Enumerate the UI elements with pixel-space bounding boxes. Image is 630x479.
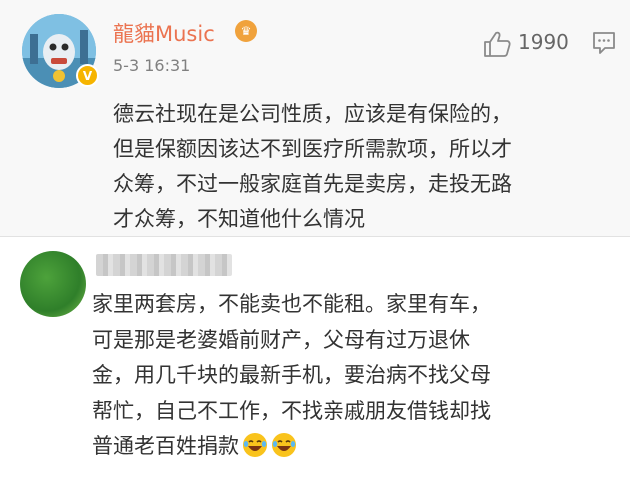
comment-text-line-last: 普通老百姓捐款 bbox=[92, 429, 612, 465]
comment-text: 德云社现在是公司性质，应该是有保险的， 但是保额因该达不到医疗所需款项，所以才 … bbox=[113, 97, 613, 237]
comment-text-line: 才众筹，不知道他什么情况 bbox=[113, 207, 365, 231]
comment-text-line: 金，用几千块的最新手机，要治病不找父母 bbox=[92, 363, 491, 387]
comment-2: 家里两套房，不能卖也不能租。家里有车， 可是那是老婆婚前财产，父母有过万退休 金… bbox=[0, 237, 630, 479]
blurred-avatar[interactable] bbox=[20, 251, 86, 317]
like-count: 1990 bbox=[518, 30, 569, 54]
comment-text-line: 可是那是老婆婚前财产，父母有过万退休 bbox=[92, 327, 470, 352]
laughing-crying-emoji bbox=[272, 433, 296, 457]
comment-1: V 龍貓Music ♛ 5-3 16:31 1990 德云社现在是公司性质，应该… bbox=[0, 0, 630, 236]
laughing-crying-emoji bbox=[243, 433, 267, 457]
timestamp: 5-3 16:31 bbox=[113, 56, 191, 75]
comment-text-line: 普通老百姓捐款 bbox=[92, 434, 239, 458]
username[interactable]: 龍貓Music bbox=[113, 18, 215, 48]
comment-text: 家里两套房，不能卖也不能租。家里有车， 可是那是老婆婚前财产，父母有过万退休 金… bbox=[92, 287, 612, 465]
thumbs-up-icon[interactable] bbox=[482, 30, 512, 58]
comment-text-line: 但是保额因该达不到医疗所需款项，所以才 bbox=[113, 137, 512, 161]
comment-text-line: 帮忙，自己不工作，不找亲戚朋友借钱却找 bbox=[92, 398, 491, 423]
comment-text-line: 德云社现在是公司性质，应该是有保险的， bbox=[113, 102, 512, 126]
comment-text-line: 众筹，不过一般家庭首先是卖房，走投无路 bbox=[113, 172, 512, 196]
comment-icon[interactable] bbox=[592, 30, 616, 56]
blurred-username bbox=[96, 254, 232, 276]
verified-badge: V bbox=[76, 64, 99, 87]
comment-text-line: 家里两套房，不能卖也不能租。家里有车， bbox=[92, 292, 491, 316]
crown-icon: ♛ bbox=[235, 20, 257, 42]
